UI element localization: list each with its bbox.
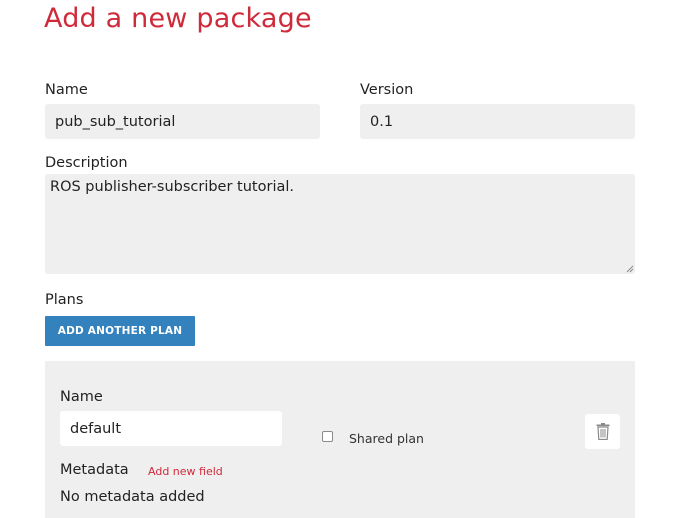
delete-plan-button[interactable] <box>585 414 620 449</box>
shared-plan-checkbox[interactable] <box>322 431 333 442</box>
plan-card: Name default Shared plan Metadata Add ne… <box>45 361 635 518</box>
name-label: Name <box>45 82 88 98</box>
version-label: Version <box>360 82 414 98</box>
plan-name-input-value: default <box>70 420 122 437</box>
plan-name-label: Name <box>60 389 103 405</box>
resize-handle-icon[interactable] <box>626 265 634 273</box>
no-metadata-text: No metadata added <box>60 489 205 505</box>
description-textarea[interactable]: ROS publisher-subscriber tutorial. <box>45 174 635 274</box>
metadata-label: Metadata <box>60 462 129 478</box>
trash-icon <box>596 423 609 440</box>
version-input[interactable]: 0.1 <box>360 104 635 139</box>
description-label: Description <box>45 155 128 171</box>
description-textarea-value: ROS publisher-subscriber tutorial. <box>50 179 294 195</box>
name-input-value: pub_sub_tutorial <box>55 113 176 130</box>
version-input-value: 0.1 <box>370 113 394 130</box>
plans-label: Plans <box>45 292 84 308</box>
plan-name-input[interactable]: default <box>60 411 282 446</box>
add-another-plan-button[interactable]: ADD ANOTHER PLAN <box>45 316 195 346</box>
name-input[interactable]: pub_sub_tutorial <box>45 104 320 139</box>
add-new-field-link[interactable]: Add new field <box>148 465 223 478</box>
shared-plan-label: Shared plan <box>349 431 424 446</box>
add-package-page: Add a new package Name pub_sub_tutorial … <box>0 0 679 518</box>
page-title: Add a new package <box>44 3 312 34</box>
